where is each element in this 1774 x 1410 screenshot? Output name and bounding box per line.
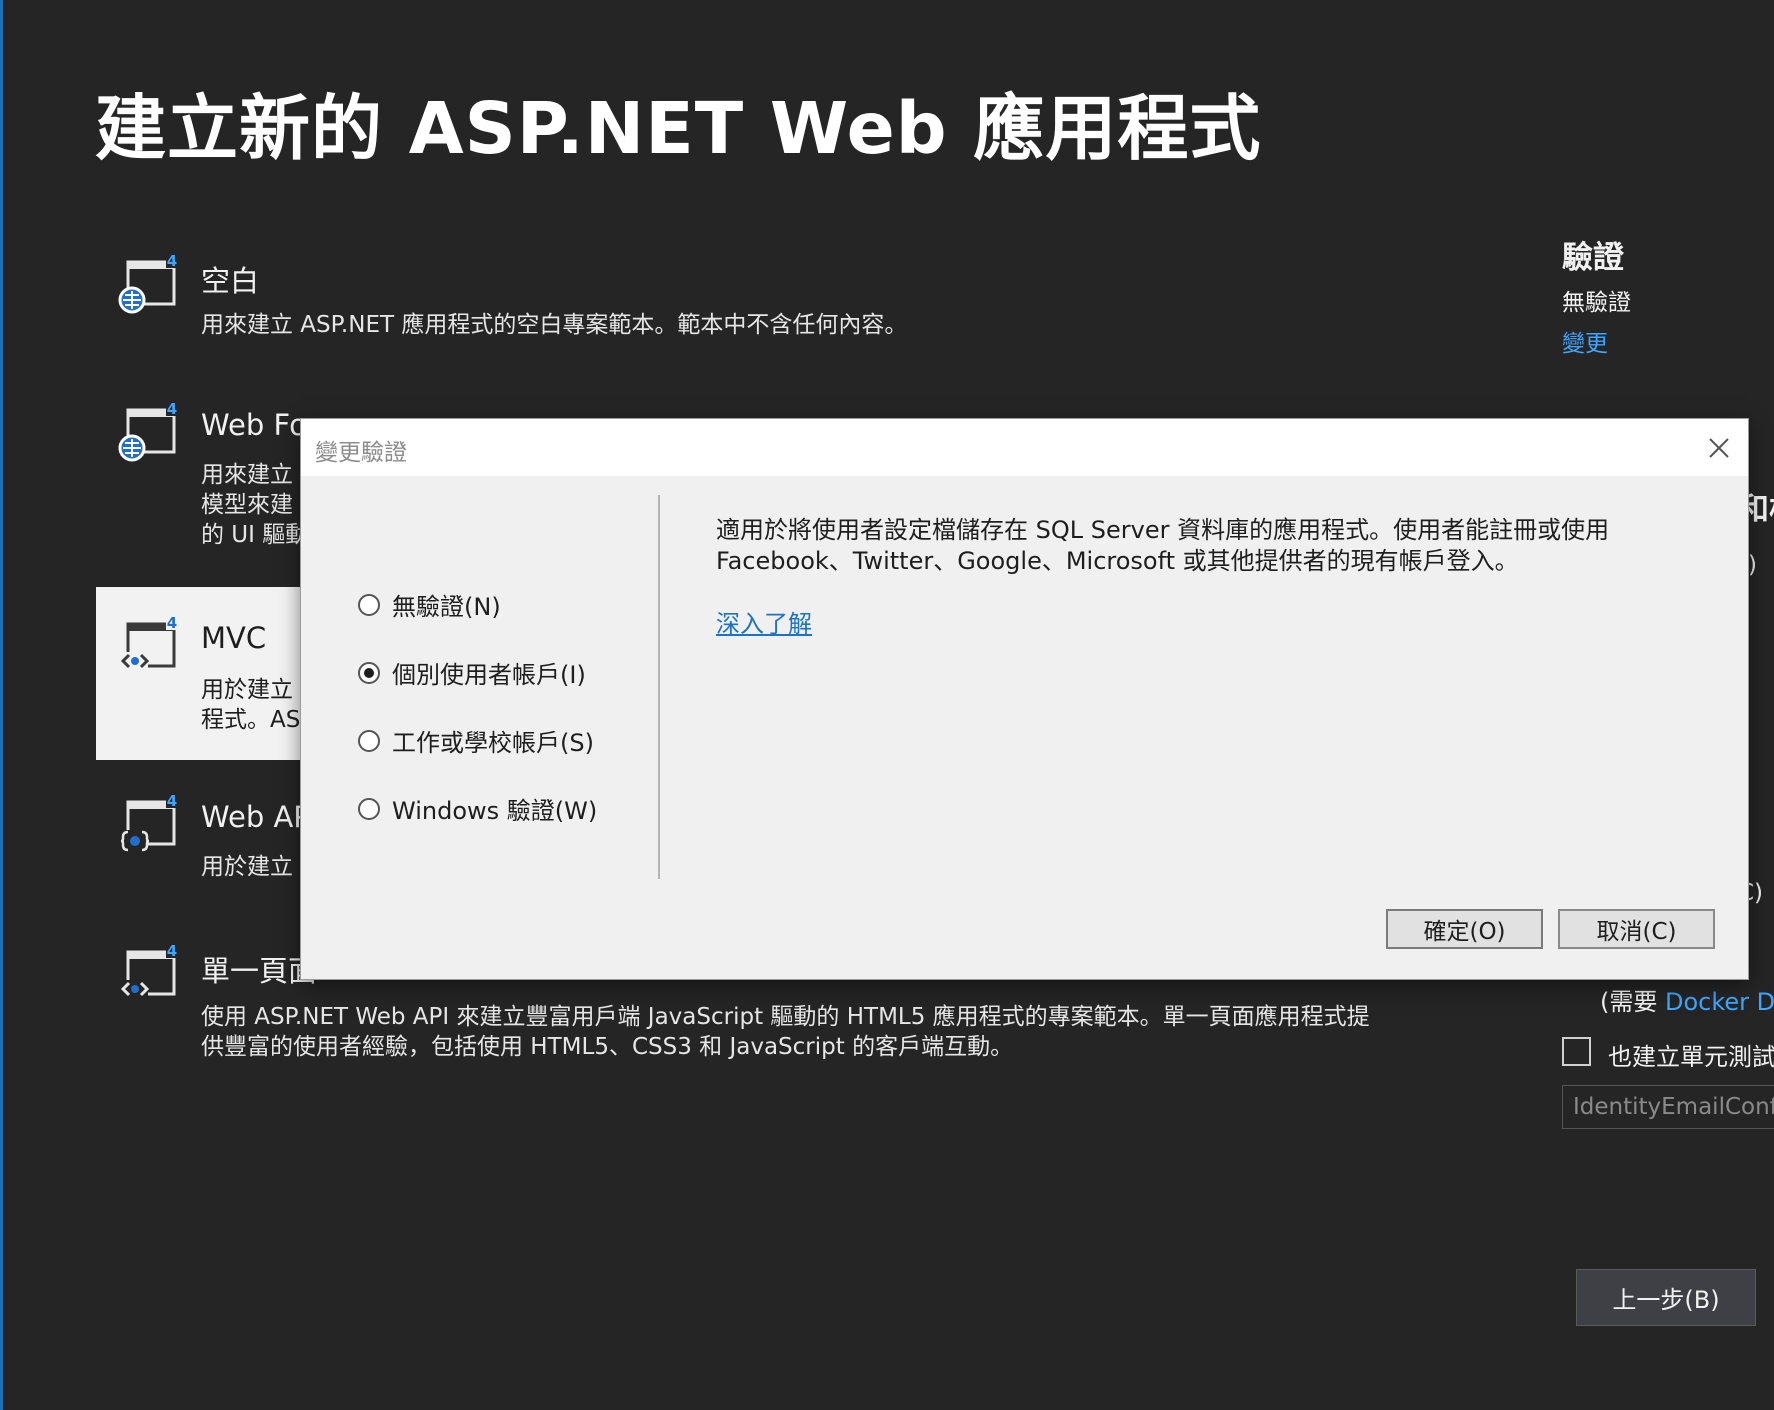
- page-title: 建立新的 ASP.NET Web 應用程式: [95, 87, 1262, 170]
- spa-code-icon: 4: [120, 942, 178, 998]
- radio-label: 個別使用者帳戶(I): [392, 661, 586, 689]
- change-auth-dialog: 變更驗證 無驗證(N) 個別使用者帳戶(I) 工作或學校帳戶(S) Window…: [301, 419, 1748, 979]
- unit-test-project-name-input[interactable]: [1562, 1085, 1774, 1129]
- template-description: 使用 ASP.NET Web API 來建立豐富用戶端 JavaScript 驅…: [201, 1004, 1370, 1030]
- template-empty[interactable]: 4 空白 用來建立 ASP.NET 應用程式的空白專案範本。範本中不含任何內容。: [96, 250, 1396, 360]
- docker-requirement-note: (需要 Docker De: [1600, 982, 1774, 1017]
- docker-note-prefix: (需要: [1600, 988, 1658, 1016]
- template-description: 程式。AS: [201, 707, 301, 733]
- description-line: 適用於將使用者設定檔儲存在 SQL Server 資料庫的應用程式。使用者能註冊…: [716, 516, 1610, 544]
- svg-text:4: 4: [167, 614, 177, 632]
- web-api-gear-icon: 4: [120, 792, 178, 852]
- radio-label: 無驗證(N): [392, 593, 501, 621]
- auth-heading: 驗證: [1562, 240, 1624, 276]
- radio-button[interactable]: [358, 593, 380, 616]
- close-icon[interactable]: [1698, 427, 1740, 469]
- radio-button[interactable]: [358, 729, 380, 752]
- template-description: 用於建立: [201, 854, 293, 880]
- dialog-divider: [658, 495, 660, 879]
- radio-button[interactable]: [358, 797, 380, 820]
- template-description: 的 UI 驅動: [201, 522, 309, 548]
- template-name: 單一頁面: [201, 954, 318, 988]
- radio-button-selected[interactable]: [358, 661, 380, 684]
- template-description: 供豐富的使用者經驗，包括使用 HTML5、CSS3 和 JavaScript 的…: [201, 1034, 1014, 1060]
- radio-selected-dot: [364, 667, 374, 678]
- back-button[interactable]: 上一步(B): [1576, 1269, 1756, 1326]
- template-description: 用於建立: [201, 677, 293, 703]
- radio-windows-auth[interactable]: Windows 驗證(W): [358, 791, 597, 826]
- template-name: MVC: [201, 621, 267, 655]
- auth-current-value: 無驗證: [1562, 290, 1631, 316]
- template-description: 模型來建: [201, 492, 293, 518]
- core-option-partial: ): [1748, 552, 1757, 578]
- template-description: 用來建立: [201, 462, 293, 488]
- web-forms-globe-icon: 4: [118, 252, 178, 314]
- svg-text:4: 4: [167, 792, 177, 810]
- web-forms-globe-icon: 4: [118, 400, 178, 462]
- ok-button[interactable]: 確定(O): [1386, 909, 1543, 949]
- template-name: 空白: [201, 264, 260, 298]
- mvc-code-icon: 4: [120, 614, 178, 670]
- unit-test-checkbox[interactable]: [1562, 1037, 1591, 1066]
- template-name: Web Fo: [201, 408, 307, 442]
- dialog-title: 變更驗證: [315, 440, 407, 466]
- radio-label: 工作或學校帳戶(S): [392, 729, 594, 757]
- svg-text:4: 4: [167, 942, 177, 960]
- docker-link[interactable]: Docker De: [1665, 988, 1774, 1016]
- window-left-edge: [0, 0, 3, 1410]
- radio-work-school-accounts[interactable]: 工作或學校帳戶(S): [358, 723, 594, 758]
- learn-more-link[interactable]: 深入了解: [716, 604, 812, 639]
- radio-individual-accounts[interactable]: 個別使用者帳戶(I): [358, 655, 586, 690]
- auth-option-description: 適用於將使用者設定檔儲存在 SQL Server 資料庫的應用程式。使用者能註冊…: [716, 515, 1609, 577]
- radio-no-auth[interactable]: 無驗證(N): [358, 587, 501, 622]
- template-description: 用來建立 ASP.NET 應用程式的空白專案範本。範本中不含任何內容。: [201, 312, 908, 338]
- unit-test-label: 也建立單元測試: [1608, 1043, 1774, 1071]
- template-name: Web AP: [201, 800, 311, 834]
- dialog-titlebar: 變更驗證: [301, 419, 1748, 476]
- change-auth-link[interactable]: 變更: [1562, 324, 1608, 358]
- svg-text:4: 4: [167, 252, 177, 270]
- cancel-button[interactable]: 取消(C): [1558, 909, 1715, 949]
- radio-label: Windows 驗證(W): [392, 797, 598, 825]
- description-line: Facebook、Twitter、Google、Microsoft 或其他提供者…: [716, 547, 1519, 575]
- svg-text:4: 4: [167, 400, 177, 418]
